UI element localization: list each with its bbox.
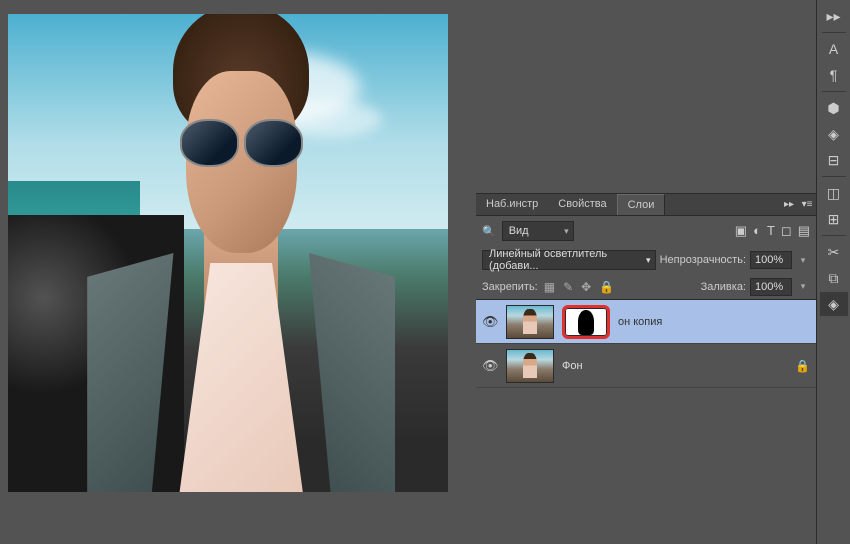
panel-menu-icon[interactable]: ▾≡ bbox=[798, 194, 816, 214]
layer-row[interactable]: 👁 он копия bbox=[476, 300, 816, 344]
layers-panel-icon[interactable]: ◈ bbox=[820, 292, 848, 316]
search-icon: 🔍 bbox=[482, 225, 496, 238]
3d-panel-icon[interactable]: ⬢ bbox=[820, 96, 848, 120]
navigator-panel-icon[interactable]: ◫ bbox=[820, 181, 848, 205]
fill-stepper[interactable]: ▾ bbox=[796, 278, 810, 296]
adjustments-panel-icon[interactable]: ✂ bbox=[820, 240, 848, 264]
visibility-toggle-icon[interactable]: 👁 bbox=[482, 314, 498, 330]
materials-panel-icon[interactable]: ◈ bbox=[820, 122, 848, 146]
layer-filter-row: 🔍 Вид ▣ ◐ T ◻ ▤ bbox=[476, 216, 816, 246]
document-canvas[interactable] bbox=[8, 14, 448, 492]
blend-mode-dropdown[interactable]: Линейный осветлитель (добави... bbox=[482, 250, 656, 270]
panel-tab-bar: Наб.инстр Свойства Слои ▸▸ ▾≡ bbox=[476, 194, 816, 216]
expand-panels-icon[interactable]: ▸▸ bbox=[820, 4, 848, 28]
visibility-toggle-icon[interactable]: 👁 bbox=[482, 358, 498, 374]
lock-transparent-icon[interactable]: ▦ bbox=[542, 280, 557, 294]
opacity-stepper[interactable]: ▾ bbox=[796, 251, 810, 269]
tab-layers[interactable]: Слои bbox=[617, 194, 666, 215]
filter-kind-dropdown[interactable]: Вид bbox=[502, 221, 574, 241]
panel-empty-area bbox=[476, 0, 816, 194]
layers-panel: Наб.инстр Свойства Слои ▸▸ ▾≡ 🔍 Вид ▣ ◐ … bbox=[476, 194, 816, 494]
layer-row[interactable]: 👁 Фон 🔒 bbox=[476, 344, 816, 388]
right-toolbar: ▸▸ A ¶ ⬢ ◈ ⊟ ◫ ⊞ ✂ ⧉ ◈ bbox=[816, 0, 850, 544]
filter-text-icon[interactable]: T bbox=[767, 223, 775, 239]
history-panel-icon[interactable]: ⧉ bbox=[820, 266, 848, 290]
photo-subject bbox=[87, 14, 395, 492]
layer-name-label[interactable]: Фон bbox=[562, 360, 583, 372]
layer-name-label[interactable]: он копия bbox=[618, 316, 662, 328]
collapse-icon[interactable]: ▸▸ bbox=[780, 194, 798, 214]
lock-fill-row: Закрепить: ▦ ✎ ✥ 🔒 Заливка: ▾ bbox=[476, 274, 816, 300]
filter-shape-icon[interactable]: ◻ bbox=[781, 223, 792, 239]
character-panel-icon[interactable]: A bbox=[820, 37, 848, 61]
filter-smart-icon[interactable]: ▤ bbox=[798, 223, 810, 239]
fill-input[interactable] bbox=[750, 278, 792, 296]
filter-pixel-icon[interactable]: ▣ bbox=[735, 223, 747, 239]
layer-mask-thumbnail[interactable] bbox=[562, 305, 610, 339]
filter-adjust-icon[interactable]: ◐ bbox=[753, 223, 761, 239]
blend-opacity-row: Линейный осветлитель (добави... Непрозра… bbox=[476, 246, 816, 274]
lock-all-icon[interactable]: 🔒 bbox=[597, 280, 616, 294]
opacity-input[interactable] bbox=[750, 251, 792, 269]
scene-panel-icon[interactable]: ⊟ bbox=[820, 148, 848, 172]
lock-pixels-icon[interactable]: ✎ bbox=[561, 280, 575, 294]
tab-properties[interactable]: Свойства bbox=[548, 194, 616, 215]
lock-icon: 🔒 bbox=[795, 359, 810, 373]
paragraph-panel-icon[interactable]: ¶ bbox=[820, 63, 848, 87]
layer-thumbnail[interactable] bbox=[506, 305, 554, 339]
tab-navigator[interactable]: Наб.инстр bbox=[476, 194, 548, 215]
lock-label: Закрепить: bbox=[482, 281, 538, 293]
fill-label: Заливка: bbox=[701, 281, 746, 293]
layers-list: 👁 он копия 👁 Фон 🔒 bbox=[476, 300, 816, 388]
opacity-label: Непрозрачность: bbox=[660, 254, 746, 266]
layer-thumbnail[interactable] bbox=[506, 349, 554, 383]
lock-position-icon[interactable]: ✥ bbox=[579, 280, 593, 294]
properties-panel-icon[interactable]: ⊞ bbox=[820, 207, 848, 231]
